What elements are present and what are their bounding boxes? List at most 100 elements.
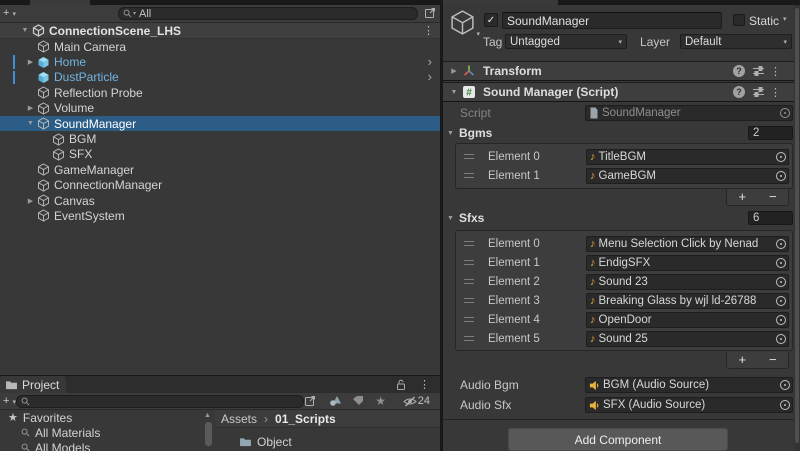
sfxs-element-row[interactable]: Element 0 ♪ Menu Selection Click by Nena… (456, 234, 792, 253)
active-checkbox[interactable]: ✓ (484, 13, 498, 27)
static-checkbox[interactable] (733, 14, 745, 26)
object-picker-icon[interactable] (776, 333, 786, 344)
object-picker-icon[interactable] (776, 295, 786, 306)
gameobject-icon[interactable]: ▾ (449, 9, 480, 38)
remove-element-button[interactable]: − (758, 352, 789, 368)
object-picker-icon[interactable] (780, 380, 790, 390)
sfxs-element-row[interactable]: Element 5 ♪ Sound 25 (456, 329, 792, 348)
bgms-element-row[interactable]: Element 0 ♪ TitleBGM (456, 147, 792, 166)
audioclip-object-field[interactable]: ♪ OpenDoor (586, 311, 789, 328)
audioclip-object-field[interactable]: ♪ EndigSFX (586, 254, 789, 271)
preset-icon[interactable] (752, 65, 765, 77)
foldout-icon[interactable]: ▶ (24, 104, 37, 112)
scrollbar-thumb[interactable] (795, 8, 799, 443)
bgms-size-field[interactable]: 2 (748, 126, 793, 140)
foldout-closed-icon[interactable]: ▶ (448, 67, 460, 75)
create-asset-button[interactable]: + ▾ (3, 395, 16, 409)
audio-bgm-object-field[interactable]: BGM (Audio Source) (585, 377, 793, 393)
create-object-button[interactable]: + ▾ (3, 7, 16, 21)
breadcrumb-assets[interactable]: Assets (221, 412, 257, 426)
audio-sfx-object-field[interactable]: SFX (Audio Source) (585, 397, 793, 413)
drag-handle-icon[interactable] (464, 260, 474, 265)
hierarchy-row[interactable]: Reflection Probe (0, 85, 440, 100)
tag-dropdown[interactable]: Untagged ▾ (505, 34, 627, 49)
hierarchy-row[interactable]: SFX (0, 147, 440, 162)
search-by-label-icon[interactable] (352, 395, 364, 406)
audioclip-object-field[interactable]: ♪ Breaking Glass by wjl ld-26788 (586, 292, 789, 309)
inspector-scrollbar[interactable] (794, 5, 800, 451)
drag-handle-icon[interactable] (464, 173, 474, 178)
hierarchy-row[interactable]: GameManager (0, 162, 440, 177)
favorites-item[interactable]: All Materials (0, 425, 202, 440)
object-picker-icon[interactable] (776, 257, 786, 268)
layer-dropdown[interactable]: Default ▾ (680, 34, 792, 49)
component-menu-icon[interactable]: ⋮ (770, 65, 781, 78)
transform-component-header[interactable]: ▶ Transform ? ⋮ (443, 61, 794, 81)
prefab-open-chevron[interactable]: › (428, 70, 432, 83)
object-picker-icon[interactable] (776, 314, 786, 325)
drag-handle-icon[interactable] (464, 154, 474, 159)
sfxs-element-row[interactable]: Element 4 ♪ OpenDoor (456, 310, 792, 329)
component-menu-icon[interactable]: ⋮ (770, 86, 781, 99)
favorites-star-icon[interactable]: ★ (375, 394, 386, 408)
hierarchy-row[interactable]: ▶ Volume (0, 101, 440, 116)
object-picker-icon[interactable] (776, 238, 786, 249)
foldout-icon[interactable]: ▼ (24, 120, 37, 127)
open-search-window-icon[interactable] (424, 7, 436, 19)
sfxs-element-row[interactable]: Element 1 ♪ EndigSFX (456, 253, 792, 272)
script-object-field[interactable]: SoundManager (585, 105, 793, 121)
add-element-button[interactable]: + (727, 352, 758, 368)
hierarchy-row[interactable]: EventSystem (0, 208, 440, 223)
hierarchy-row[interactable]: ▶ Home › (0, 54, 440, 69)
drag-handle-icon[interactable] (464, 317, 474, 322)
drag-handle-icon[interactable] (464, 336, 474, 341)
breadcrumb-current[interactable]: 01_Scripts (275, 412, 336, 426)
project-tab[interactable]: Project (0, 376, 66, 393)
prefab-open-chevron[interactable]: › (428, 55, 432, 68)
project-menu-icon[interactable]: ⋮ (419, 378, 430, 391)
project-search-input[interactable] (16, 395, 304, 408)
open-search-window-icon[interactable] (304, 395, 316, 407)
folder-row[interactable]: Object (215, 434, 440, 450)
foldout-open-icon[interactable]: ▼ (447, 130, 454, 137)
scene-foldout[interactable]: ▼ (18, 27, 32, 34)
scrollbar-thumb[interactable] (205, 422, 212, 446)
search-by-type-icon[interactable] (329, 395, 342, 407)
remove-element-button[interactable]: − (758, 189, 789, 205)
audioclip-object-field[interactable]: ♪ GameBGM (586, 167, 789, 184)
sfxs-element-row[interactable]: Element 2 ♪ Sound 23 (456, 272, 792, 291)
foldout-icon[interactable]: ▶ (24, 197, 37, 205)
hierarchy-row[interactable]: ▶ Canvas (0, 193, 440, 208)
foldout-open-icon[interactable]: ▼ (447, 215, 454, 222)
sfxs-element-row[interactable]: Element 3 ♪ Breaking Glass by wjl ld-267… (456, 291, 792, 310)
bgms-element-row[interactable]: Element 1 ♪ GameBGM (456, 166, 792, 185)
object-picker-icon[interactable] (780, 400, 790, 410)
audioclip-object-field[interactable]: ♪ Sound 25 (586, 330, 789, 347)
favorites-header[interactable]: ★ Favorites (0, 410, 202, 425)
hidden-packages-toggle[interactable]: 24 (402, 395, 430, 407)
favorites-item[interactable]: All Models (0, 440, 202, 451)
object-picker-icon[interactable] (776, 151, 786, 162)
scene-row[interactable]: ▼ ConnectionScene_LHS ⋮ (0, 23, 440, 39)
bgms-array-row[interactable]: ▼ Bgms 2 (443, 126, 794, 141)
object-picker-icon[interactable] (780, 108, 790, 118)
object-picker-icon[interactable] (776, 276, 786, 287)
scene-menu-icon[interactable]: ⋮ (423, 24, 434, 37)
hierarchy-row[interactable]: BGM (0, 131, 440, 146)
help-icon[interactable]: ? (733, 65, 745, 77)
foldout-open-icon[interactable]: ▼ (448, 89, 460, 96)
help-icon[interactable]: ? (733, 86, 745, 98)
object-picker-icon[interactable] (776, 170, 786, 181)
drag-handle-icon[interactable] (464, 298, 474, 303)
preset-icon[interactable] (752, 86, 765, 98)
hierarchy-row[interactable]: ConnectionManager (0, 178, 440, 193)
hierarchy-row[interactable]: DustParticle › (0, 70, 440, 85)
hierarchy-search-input[interactable]: ▾ All (118, 7, 418, 20)
foldout-icon[interactable]: ▶ (24, 58, 37, 66)
add-element-button[interactable]: + (727, 189, 758, 205)
soundmanager-component-header[interactable]: ▼ # Sound Manager (Script) ? ⋮ (443, 82, 794, 102)
audioclip-object-field[interactable]: ♪ Sound 23 (586, 273, 789, 290)
drag-handle-icon[interactable] (464, 279, 474, 284)
drag-handle-icon[interactable] (464, 241, 474, 246)
lock-icon[interactable] (396, 379, 406, 391)
